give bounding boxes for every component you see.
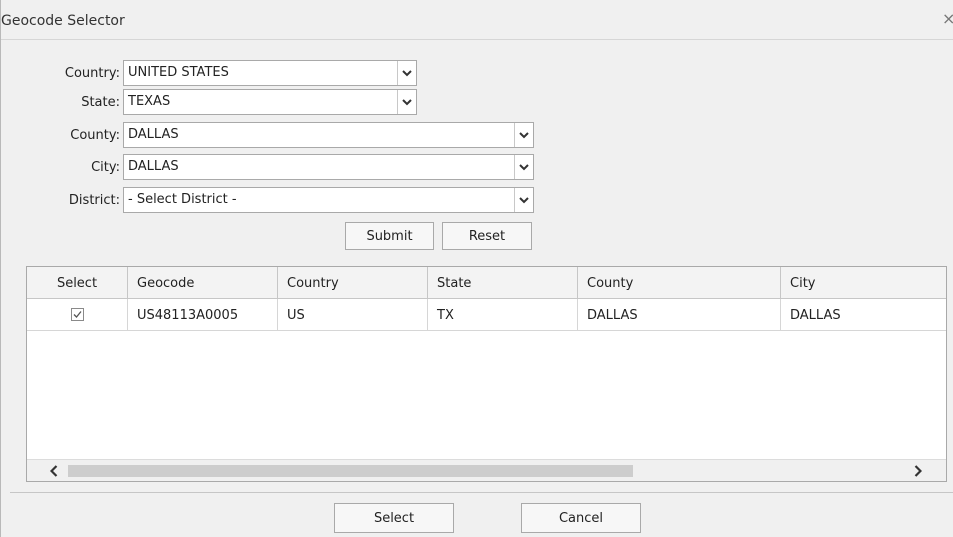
geocode-selector-dialog: Geocode Selector × Country: UNITED STATE… <box>0 0 953 537</box>
state-label: State: <box>81 95 120 110</box>
district-select[interactable]: - Select District - <box>123 187 534 213</box>
row-select-cell[interactable] <box>27 299 128 330</box>
reset-button[interactable]: Reset <box>442 222 532 250</box>
cell-country: US <box>278 299 428 330</box>
column-header-country[interactable]: Country <box>278 267 428 298</box>
horizontal-scrollbar[interactable] <box>27 459 946 481</box>
country-select-value: UNITED STATES <box>128 65 229 80</box>
cell-county: DALLAS <box>578 299 781 330</box>
chevron-down-icon[interactable] <box>514 155 533 179</box>
city-select[interactable]: DALLAS <box>123 154 534 180</box>
dialog-footer <box>10 492 953 537</box>
grid-header: Select Geocode Country State County City <box>27 267 946 299</box>
column-header-county[interactable]: County <box>578 267 781 298</box>
column-header-city[interactable]: City <box>781 267 946 298</box>
submit-button[interactable]: Submit <box>345 222 434 250</box>
checkbox-checked-icon[interactable] <box>70 308 84 321</box>
cell-geocode: US48113A0005 <box>128 299 278 330</box>
column-header-select[interactable]: Select <box>27 267 128 298</box>
country-label: Country: <box>64 66 120 81</box>
column-header-state[interactable]: State <box>428 267 578 298</box>
state-select-value: TEXAS <box>128 94 171 109</box>
table-row[interactable]: US48113A0005 US TX DALLAS DALLAS <box>27 299 946 331</box>
cancel-button[interactable]: Cancel <box>521 503 641 533</box>
chevron-down-icon[interactable] <box>397 90 416 114</box>
dialog-titlebar: Geocode Selector × <box>1 0 953 40</box>
district-label: District: <box>68 193 120 208</box>
country-select[interactable]: UNITED STATES <box>123 60 417 86</box>
chevron-down-icon[interactable] <box>397 61 416 85</box>
scroll-left-icon[interactable] <box>45 462 62 479</box>
geocode-results-grid: Select Geocode Country State County City… <box>26 266 947 482</box>
state-select[interactable]: TEXAS <box>123 89 417 115</box>
close-icon[interactable]: × <box>942 10 953 28</box>
county-select-value: DALLAS <box>128 127 179 142</box>
chevron-down-icon[interactable] <box>514 188 533 212</box>
cell-city: DALLAS <box>790 308 841 323</box>
city-select-value: DALLAS <box>128 159 179 174</box>
county-select[interactable]: DALLAS <box>123 122 534 148</box>
chevron-down-icon[interactable] <box>514 123 533 147</box>
column-header-geocode[interactable]: Geocode <box>128 267 278 298</box>
scroll-right-icon[interactable] <box>909 462 926 479</box>
scrollbar-thumb[interactable] <box>68 465 633 477</box>
county-label: County: <box>70 128 120 143</box>
city-label: City: <box>91 160 120 175</box>
select-button[interactable]: Select <box>334 503 454 533</box>
cell-state: TX <box>428 299 578 330</box>
dialog-title: Geocode Selector <box>1 13 125 29</box>
district-select-value: - Select District - <box>128 192 237 207</box>
